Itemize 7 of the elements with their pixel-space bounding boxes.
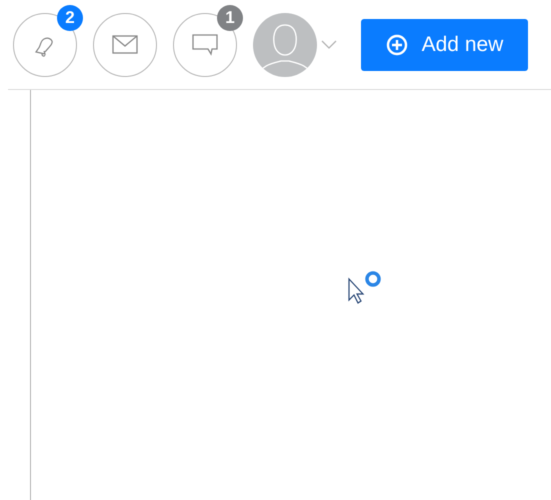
count-badge: 2: [57, 4, 83, 30]
add-new-button[interactable]: Add new: [361, 18, 528, 70]
mail-icon: [112, 34, 138, 54]
speech-bubble-icon: [192, 34, 218, 56]
chevron-down-icon[interactable]: [321, 40, 337, 50]
count-badge: 1: [217, 4, 243, 30]
plus-circle-icon: [386, 34, 408, 56]
